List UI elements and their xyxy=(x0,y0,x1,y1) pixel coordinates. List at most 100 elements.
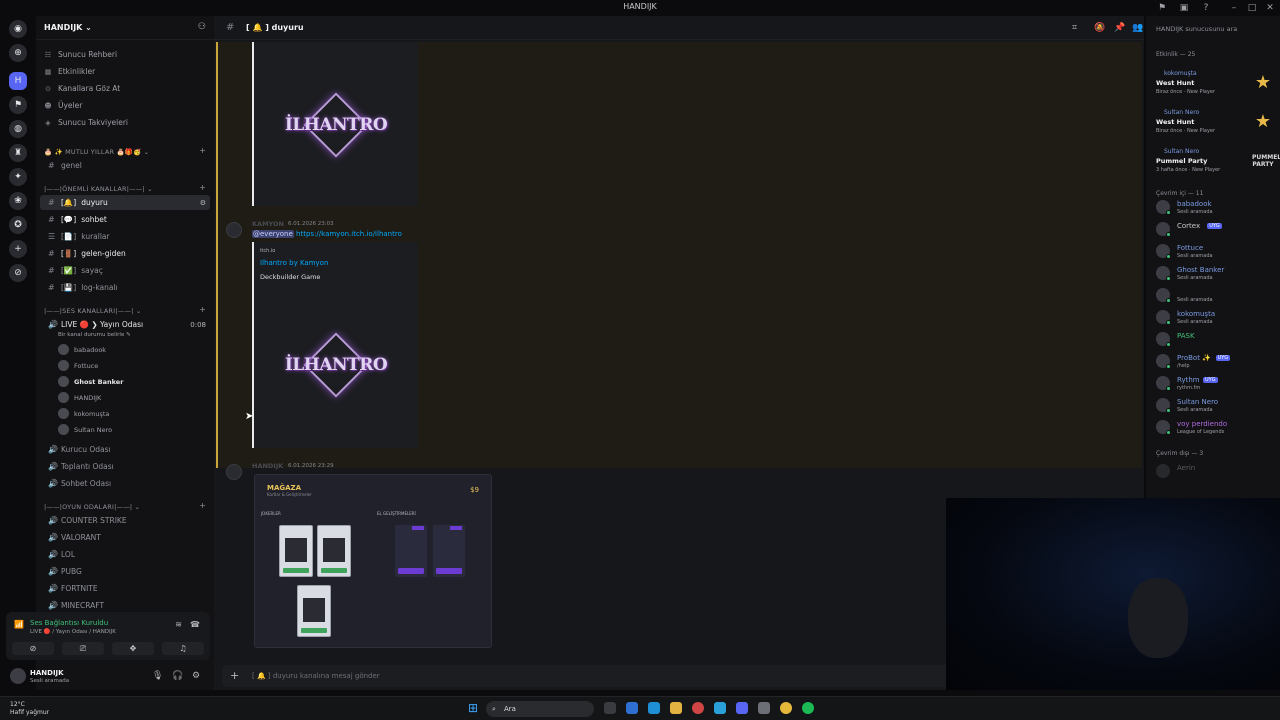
activity-card[interactable]: Sultan Nero West Hunt Biraz önce · New P… xyxy=(1154,107,1274,139)
category-onemli[interactable]: |——|ÖNEMLİ KANALLAR|——| ⌄ xyxy=(44,185,153,193)
category-mutlu-yillar[interactable]: 🎂 ✨ MUTLU YILLAR 🎂🎁🥳 ⌄ xyxy=(44,148,149,156)
task-view-icon[interactable] xyxy=(604,702,616,714)
voice-channel-live[interactable]: 🔊 LIVE 🔴 ❯ Yayın Odası 0:08 xyxy=(40,317,210,332)
avatar[interactable] xyxy=(10,668,26,684)
app-icon[interactable] xyxy=(714,702,726,714)
nav-members[interactable]: ☻ Üyeler xyxy=(44,101,82,110)
camera-off-button[interactable]: ⊘ xyxy=(12,642,54,655)
channel-kurallar[interactable]: ☰ [📄] kurallar xyxy=(40,229,210,244)
voice-channel-sohbet[interactable]: 🔊 Sohbet Odası xyxy=(40,476,210,491)
channel-duyuru[interactable]: # [🔔] duyuru ⚙ xyxy=(40,195,210,210)
channel-sayac[interactable]: # [✅] sayaç xyxy=(40,263,210,278)
voice-channel-status[interactable]: Bir kanal durumu belirle ✎ xyxy=(58,332,131,338)
activity-card[interactable]: kokomuşta West Hunt Biraz önce · New Pla… xyxy=(1154,68,1274,100)
screen-icon[interactable]: ▣ xyxy=(1178,2,1190,14)
maximize-icon[interactable]: □ xyxy=(1246,2,1258,14)
ilhantro-logo[interactable]: İLHANTRO xyxy=(285,90,388,160)
soundboard-button[interactable]: ♫ xyxy=(162,642,204,655)
server-icon-handijk[interactable]: H xyxy=(9,72,27,90)
member-row[interactable]: Cortex UYG xyxy=(1156,220,1276,240)
member-row[interactable]: Rythm UYG rythm.fm xyxy=(1156,374,1276,394)
member-row[interactable]: Sultan Nero Sesli aramada xyxy=(1156,396,1276,416)
game-channel[interactable]: 🔊 FORTNITE xyxy=(40,581,210,596)
member-row[interactable]: ProBot ✨ UYG/help xyxy=(1156,352,1276,372)
help-icon[interactable]: ? xyxy=(1200,2,1212,14)
game-channel[interactable]: 🔊 PUBG xyxy=(40,564,210,579)
disconnect-icon[interactable]: ☎ xyxy=(190,620,200,629)
add-channel-icon[interactable]: + xyxy=(199,146,206,155)
add-channel-icon[interactable]: + xyxy=(199,183,206,192)
member-row[interactable]: Fottuce Sesli aramada xyxy=(1156,242,1276,262)
embed-card[interactable]: İLHANTRO xyxy=(254,42,418,206)
category-oyun[interactable]: |——|OYUN ODALARI|——| ⌄ xyxy=(44,503,140,511)
member-row[interactable]: voy perdiendo League of Legends xyxy=(1156,418,1276,438)
member-row[interactable]: PASK xyxy=(1156,330,1276,350)
ilhantro-logo[interactable]: İLHANTRO xyxy=(285,330,388,400)
game-channel[interactable]: 🔊 VALORANT xyxy=(40,530,210,545)
server-icon[interactable]: ◍ xyxy=(9,120,27,138)
channel-gelen-giden[interactable]: # [🚪] gelen-giden xyxy=(40,246,210,261)
spotify-icon[interactable] xyxy=(802,702,814,714)
notifications-icon[interactable]: 🔕 xyxy=(1094,23,1105,33)
app-icon[interactable] xyxy=(692,702,704,714)
signal-icon[interactable]: 📶 xyxy=(14,620,24,629)
edge-icon[interactable] xyxy=(648,702,660,714)
settings-icon[interactable]: ⚙ xyxy=(192,671,200,681)
chrome-icon[interactable] xyxy=(780,702,792,714)
nav-boosts[interactable]: ◈ Sunucu Takviyeleri xyxy=(44,118,128,127)
inbox-icon[interactable]: ⚑ xyxy=(1156,2,1168,14)
member-search-input[interactable]: HANDIJK sunucusunu ara xyxy=(1150,22,1276,36)
activity-card[interactable]: Sultan Nero Pummel Party 3 hafta önce · … xyxy=(1154,146,1280,178)
voice-status[interactable]: Ses Bağlantısı Kuruldu xyxy=(30,619,108,627)
member-row[interactable]: Sesli aramada xyxy=(1156,286,1276,306)
file-explorer-icon[interactable] xyxy=(670,702,682,714)
member-row[interactable]: kokomuşta Sesli aramada xyxy=(1156,308,1276,328)
avatar[interactable] xyxy=(226,222,242,238)
image-attachment[interactable]: MAĞAZA Kartlar & Geliştirmeler $9 JOKERL… xyxy=(254,474,492,648)
voice-user[interactable]: babadook xyxy=(58,344,106,355)
weather-widget[interactable]: 12°C Hafif yağmur xyxy=(10,701,49,717)
windows-start-icon[interactable]: ⊞ xyxy=(468,702,480,714)
game-channel[interactable]: 🔊 LOL xyxy=(40,547,210,562)
server-name[interactable]: HANDIJK ⌄ xyxy=(44,23,92,32)
game-channel[interactable]: 🔊 MINECRAFT xyxy=(40,598,210,613)
category-ses[interactable]: |——|SES KANALLARI|——| ⌄ xyxy=(44,307,141,315)
channel-settings-icon[interactable]: ⚙ xyxy=(200,199,206,207)
add-server-icon[interactable]: + xyxy=(9,240,27,258)
nav-events[interactable]: ▦ Etkinlikler xyxy=(44,67,95,76)
message-link[interactable]: https://kamyon.itch.io/ilhantro xyxy=(296,230,402,238)
member-row[interactable]: Ghost Banker Sesli aramada xyxy=(1156,264,1276,284)
nav-server-guide[interactable]: ☷ Sunucu Rehberi xyxy=(44,50,117,59)
taskbar-search[interactable]: ⌕ Ara xyxy=(486,701,594,717)
activities-button[interactable]: ✥ xyxy=(112,642,154,655)
game-channel[interactable]: 🔊 COUNTER STRIKE xyxy=(40,513,210,528)
discord-taskbar-icon[interactable] xyxy=(736,702,748,714)
add-channel-icon[interactable]: + xyxy=(199,305,206,314)
server-icon[interactable]: ✦ xyxy=(9,168,27,186)
copilot-icon[interactable] xyxy=(626,702,638,714)
member-row[interactable]: babadook Sesli aramada xyxy=(1156,198,1276,218)
voice-channel-toplanti[interactable]: 🔊 Toplantı Odası xyxy=(40,459,210,474)
voice-user[interactable]: Fottuce xyxy=(58,360,98,371)
add-attachment-icon[interactable]: + xyxy=(230,669,239,682)
app-icon[interactable] xyxy=(758,702,770,714)
server-icon[interactable]: ⚑ xyxy=(9,96,27,114)
message-author[interactable]: HANDIJK xyxy=(252,462,283,470)
message-author[interactable]: KAMYON xyxy=(252,220,284,228)
explore-icon[interactable]: ⊘ xyxy=(9,264,27,282)
link-embed[interactable]: itch.io Ilhantro by Kamyon Deckbuilder G… xyxy=(254,242,418,448)
minimize-icon[interactable]: – xyxy=(1228,2,1240,14)
server-icon[interactable]: ✪ xyxy=(9,216,27,234)
channel-log[interactable]: # [💾] log-kanalı xyxy=(40,280,210,295)
discord-home-icon[interactable]: ◉ xyxy=(9,20,27,38)
server-icon[interactable]: ❀ xyxy=(9,192,27,210)
voice-user[interactable]: Sultan Nero xyxy=(58,424,112,435)
avatar[interactable] xyxy=(226,464,242,480)
embed-title[interactable]: Ilhantro by Kamyon xyxy=(260,259,328,267)
nav-browse-channels[interactable]: ⊙ Kanallara Göz At xyxy=(44,84,120,93)
member-row[interactable]: Aerin xyxy=(1156,462,1276,482)
voice-user[interactable]: kokomuşta xyxy=(58,408,109,419)
mic-icon[interactable]: 🎙 xyxy=(152,671,163,681)
headphones-icon[interactable]: 🎧 xyxy=(172,671,183,681)
noise-suppression-icon[interactable]: ≋ xyxy=(175,620,182,629)
